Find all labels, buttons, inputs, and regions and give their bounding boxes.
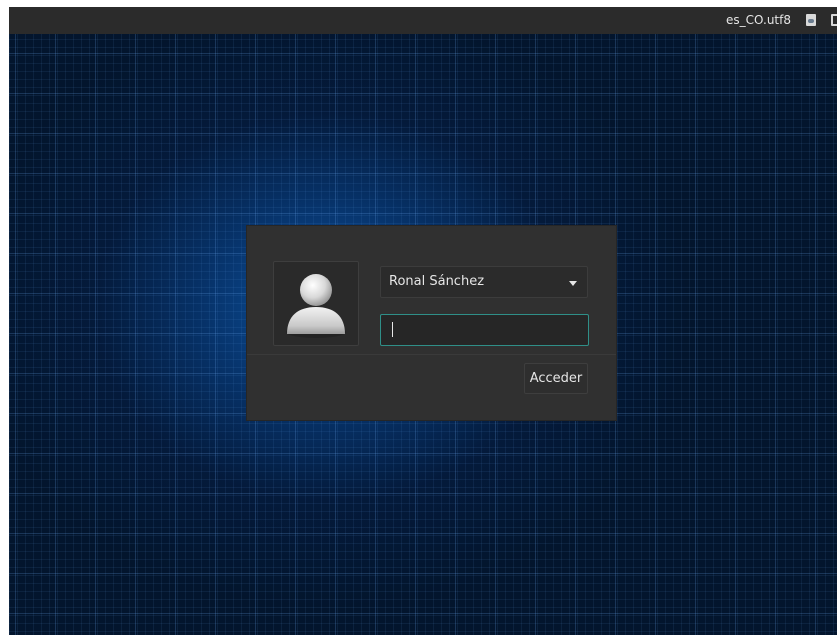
selected-user-name: Ronal Sánchez <box>389 274 485 289</box>
divider <box>247 354 616 355</box>
avatar-icon <box>286 274 346 338</box>
login-dialog: Ronal Sánchez Acceder <box>247 226 616 420</box>
password-field[interactable] <box>380 314 589 346</box>
document-icon[interactable] <box>806 14 816 26</box>
user-selector[interactable]: Ronal Sánchez <box>380 266 588 298</box>
text-cursor <box>392 322 393 337</box>
locale-indicator[interactable]: es_CO.utf8 <box>726 13 791 27</box>
chevron-down-icon <box>569 281 577 286</box>
top-panel: es_CO.utf8 <box>9 7 837 34</box>
login-button[interactable]: Acceder <box>524 363 588 394</box>
power-icon[interactable] <box>831 14 837 26</box>
user-avatar <box>273 261 359 346</box>
login-screen: es_CO.utf8 Ronal Sánchez Acceder <box>9 7 837 635</box>
